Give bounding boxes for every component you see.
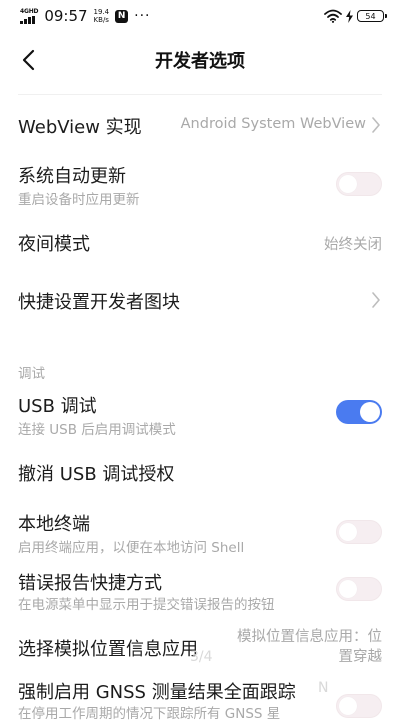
chevron-right-icon	[372, 292, 380, 308]
system-auto-update-row[interactable]: 系统自动更新 重启设备时应用更新	[18, 160, 382, 210]
back-arrow-icon	[22, 49, 35, 71]
bug-report-title: 错误报告快捷方式	[18, 573, 162, 594]
quick-settings-tiles-row[interactable]: 快捷设置开发者图块	[18, 280, 382, 320]
wifi-icon	[324, 9, 342, 23]
chevron-right-icon	[372, 117, 380, 133]
network-speed-value: 19.4	[93, 8, 110, 16]
revoke-usb-title: 撤消 USB 调试授权	[18, 464, 175, 485]
mock-location-value-line2: 置穿越	[338, 649, 383, 665]
cellular-signal-icon: 4GHD	[20, 7, 39, 24]
more-notifications-icon: ···	[134, 8, 151, 24]
title-divider	[18, 94, 382, 95]
local-terminal-title: 本地终端	[18, 514, 90, 535]
night-mode-row[interactable]: 夜间模式 始终关闭	[18, 222, 382, 262]
gnss-title: 强制启用 GNSS 测量结果全面跟踪	[18, 682, 296, 703]
back-button[interactable]	[14, 46, 42, 74]
webview-implementation-row[interactable]: WebView 实现 Android System WebView	[18, 105, 382, 145]
gnss-full-tracking-row[interactable]: 强制启用 GNSS 测量结果全面跟踪 N 在停用工作周期的情况下跟踪所有 GNS…	[18, 676, 382, 722]
nfc-icon: N	[115, 9, 129, 23]
charging-icon	[346, 9, 353, 23]
auto-update-toggle[interactable]	[336, 172, 382, 196]
local-terminal-toggle[interactable]	[336, 520, 382, 544]
local-terminal-row[interactable]: 本地终端 启用终端应用，以便在本地访问 Shell	[18, 508, 382, 558]
scroll-hint-overlay: 3/4	[190, 649, 213, 665]
auto-update-title: 系统自动更新	[18, 166, 126, 187]
night-mode-title: 夜间模式	[18, 234, 90, 255]
overlay-letter: N	[318, 680, 329, 696]
usb-debugging-row[interactable]: USB 调试 连接 USB 后启用调试模式	[18, 390, 382, 440]
mock-location-title: 选择模拟位置信息应用	[18, 639, 198, 660]
usb-debugging-subtitle: 连接 USB 后启用调试模式	[18, 422, 176, 438]
bug-report-subtitle: 在电源菜单中显示用于提交错误报告的按钮	[18, 597, 275, 613]
usb-debugging-title: USB 调试	[18, 396, 97, 417]
battery-icon: 54	[357, 10, 387, 22]
network-speed: 19.4 KB/s	[94, 8, 110, 24]
debug-section-header: 调试	[18, 366, 45, 382]
webview-value: Android System WebView	[180, 116, 366, 132]
battery-level: 54	[365, 11, 376, 21]
quick-tiles-title: 快捷设置开发者图块	[18, 292, 180, 313]
mock-location-value-line1: 模拟位置信息应用：位	[237, 629, 382, 645]
auto-update-subtitle: 重启设备时应用更新	[18, 192, 140, 208]
status-bar: 4GHD 09:57 19.4 KB/s N ··· 54	[0, 0, 400, 32]
bug-report-toggle[interactable]	[336, 577, 382, 601]
night-mode-value: 始终关闭	[324, 237, 382, 253]
network-type-label: 4GHD	[20, 7, 39, 15]
page-title: 开发者选项	[155, 51, 245, 72]
mock-location-value: 模拟位置信息应用：位 置穿越	[212, 627, 382, 667]
revoke-usb-authorization-row[interactable]: 撤消 USB 调试授权	[18, 452, 382, 492]
title-bar: 开发者选项	[0, 32, 400, 88]
gnss-subtitle: 在停用工作周期的情况下跟踪所有 GNSS 星	[18, 706, 281, 722]
webview-title: WebView 实现	[18, 117, 142, 138]
mock-location-app-row[interactable]: 选择模拟位置信息应用 模拟位置信息应用：位 置穿越 3/4	[18, 627, 382, 671]
local-terminal-subtitle: 启用终端应用，以便在本地访问 Shell	[18, 540, 245, 556]
bug-report-shortcut-row[interactable]: 错误报告快捷方式 在电源菜单中显示用于提交错误报告的按钮	[18, 567, 382, 617]
gnss-toggle[interactable]	[336, 694, 382, 718]
status-time: 09:57	[44, 7, 88, 25]
usb-debugging-toggle[interactable]	[336, 400, 382, 424]
network-speed-unit: KB/s	[93, 16, 109, 24]
